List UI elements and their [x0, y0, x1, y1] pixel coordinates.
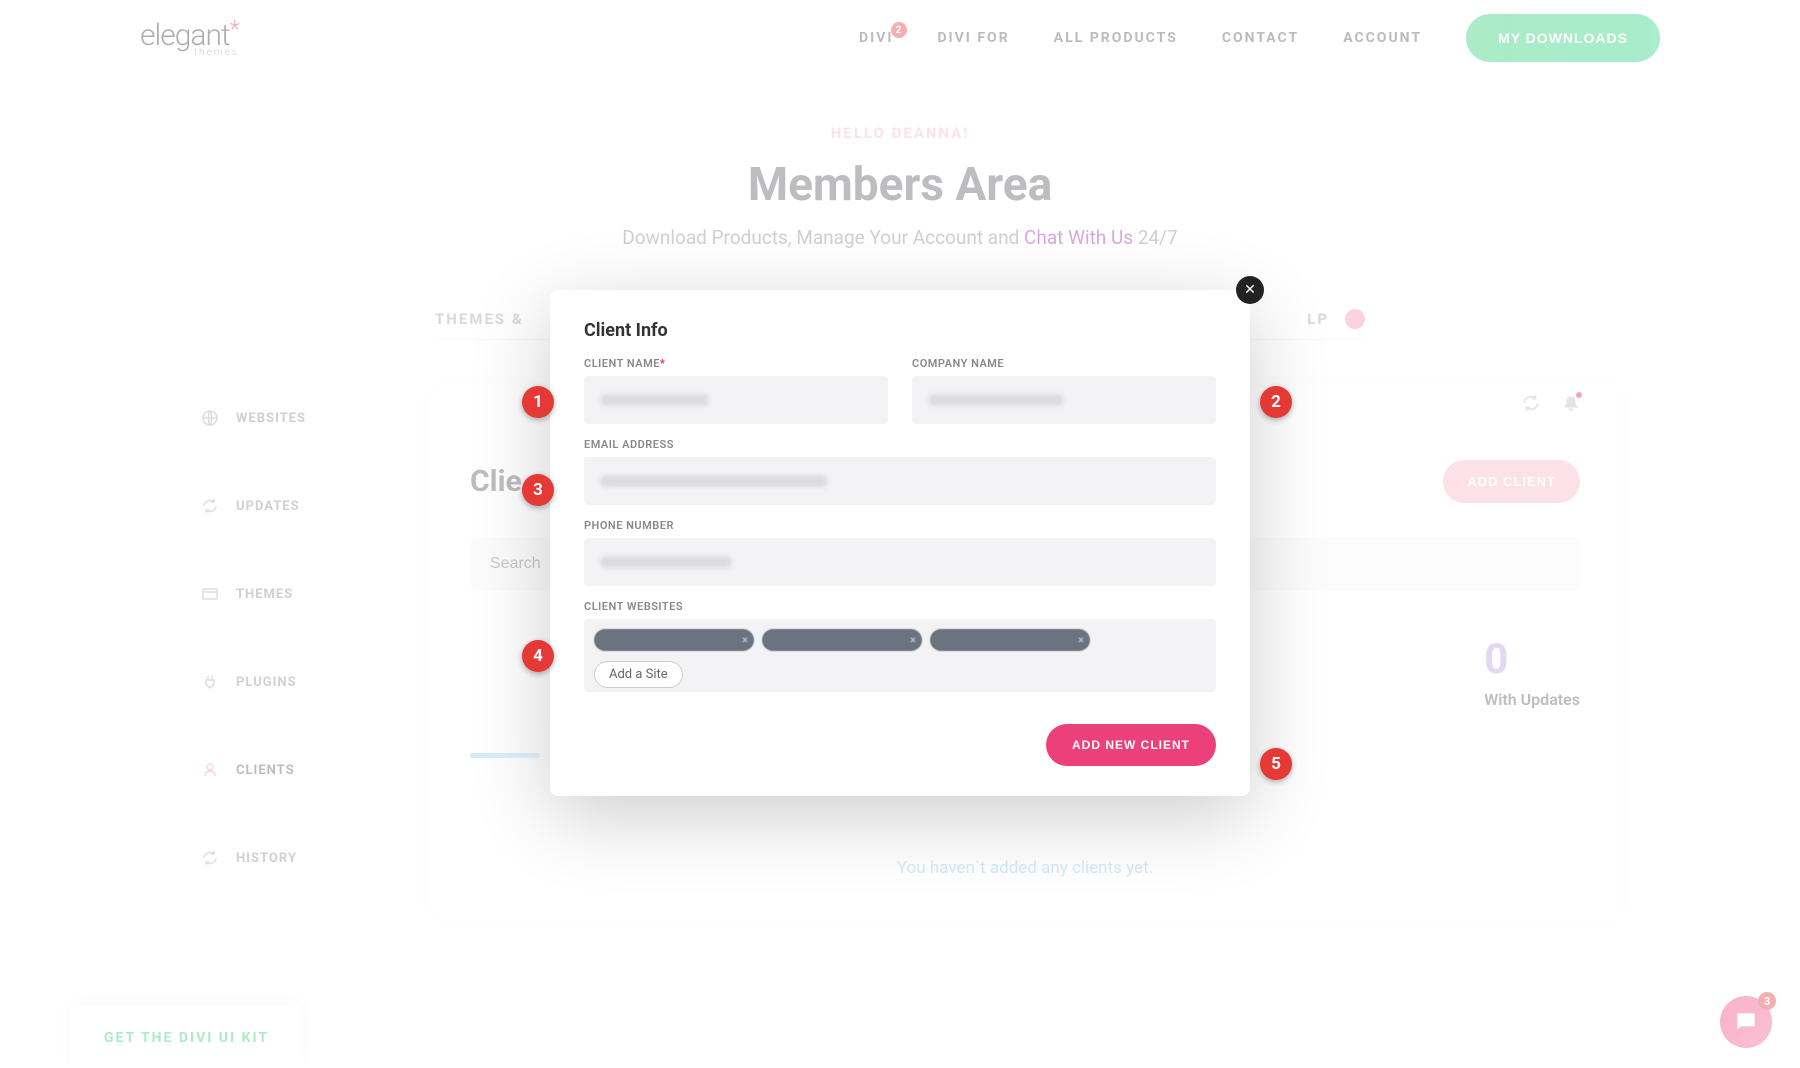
phone-label: PHONE NUMBER	[584, 519, 1216, 532]
annotation-1: 1	[522, 386, 554, 418]
client-name-label: CLIENT NAME*	[584, 357, 888, 370]
company-name-label: COMPANY NAME	[912, 357, 1216, 370]
annotation-5: 5	[1260, 748, 1292, 780]
website-tag[interactable]: ×	[762, 629, 922, 651]
tag-remove-icon[interactable]: ×	[1078, 634, 1084, 647]
annotation-4: 4	[522, 640, 554, 672]
modal-title: Client Info	[584, 320, 1216, 341]
phone-input[interactable]	[584, 538, 1216, 586]
tag-remove-icon[interactable]: ×	[742, 634, 748, 647]
client-info-modal: ✕ Client Info CLIENT NAME* COMPANY NAME …	[550, 290, 1250, 796]
add-site-button[interactable]: Add a Site	[594, 661, 683, 688]
websites-label: CLIENT WEBSITES	[584, 600, 1216, 613]
close-icon[interactable]: ✕	[1236, 276, 1264, 304]
website-tag[interactable]: ×	[594, 629, 754, 651]
client-name-input[interactable]	[584, 376, 888, 424]
email-input[interactable]	[584, 457, 1216, 505]
website-tag[interactable]: ×	[930, 629, 1090, 651]
email-label: EMAIL ADDRESS	[584, 438, 1216, 451]
annotation-3: 3	[522, 474, 554, 506]
add-new-client-button[interactable]: ADD NEW CLIENT	[1046, 724, 1216, 766]
website-tags-input[interactable]: × × × Add a Site	[584, 619, 1216, 692]
company-name-input[interactable]	[912, 376, 1216, 424]
annotation-2: 2	[1260, 386, 1292, 418]
tag-remove-icon[interactable]: ×	[910, 634, 916, 647]
